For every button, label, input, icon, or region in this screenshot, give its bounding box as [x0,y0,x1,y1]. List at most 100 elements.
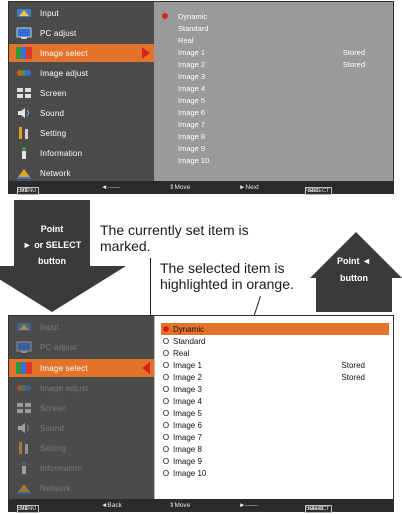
radio-icon: O [162,372,170,382]
note-line: marked. [100,238,151,254]
menu-item-input[interactable]: Input [9,318,154,336]
option-image-1[interactable]: O Image 1 Stored [161,359,389,371]
menu-item-label: Sound [40,423,65,433]
menu-item-input[interactable]: Input [9,4,154,22]
option-image-6[interactable]: Image 6 [160,106,389,118]
option-image-10[interactable]: O Image 10 [161,467,389,479]
option-image-6[interactable]: O Image 6 [161,419,389,431]
option-label: Image 4 [178,83,206,93]
image-adjust-icon [14,66,34,80]
mark-slot [160,47,170,57]
option-image-9[interactable]: O Image 9 [161,455,389,467]
menu-item-label: Network [40,168,71,178]
option-image-10[interactable]: Image 10 [160,154,389,166]
menu-item-label: Input [40,8,59,18]
image-mode-list: Dynamic Standard Real Image 1 Stored Imag… [154,2,393,183]
option-standard[interactable]: Standard [160,22,389,34]
option-label: Standard [178,23,209,33]
option-image-7[interactable]: O Image 7 [161,431,389,443]
menu-item-image-select[interactable]: Image select [9,359,154,377]
callout-line: button [38,256,66,266]
menu-item-label: Screen [40,403,67,413]
option-image-4[interactable]: Image 4 [160,82,389,94]
option-image-2[interactable]: O Image 2 Stored [161,371,389,383]
option-image-5[interactable]: O Image 5 [161,407,389,419]
option-image-4[interactable]: O Image 4 [161,395,389,407]
option-dynamic[interactable]: Dynamic [161,323,389,335]
option-label: Image 3 [178,71,206,81]
menu-item-setting[interactable]: Setting [9,124,154,142]
option-image-8[interactable]: O Image 8 [161,443,389,455]
current-mark-icon [161,324,171,334]
option-label: Real [173,348,190,358]
point-select-label: Point ► or SELECT button [14,220,90,272]
menu-item-sound[interactable]: Sound [9,104,154,122]
option-label: Image 10 [173,468,207,478]
option-real[interactable]: O Real [161,347,389,359]
option-label: Dynamic [178,11,208,21]
network-icon [14,481,34,495]
mark-slot [160,23,170,33]
pc-adjust-icon [14,26,34,40]
option-label: Image 6 [178,107,206,117]
radio-icon: O [162,432,170,442]
option-label: Image 10 [178,155,210,165]
guide-bar: MENU Exit ◄------ ⇕Move ►Next SELECT Next [9,181,393,195]
option-standard[interactable]: O Standard [161,335,389,347]
input-icon [14,6,34,20]
menu-item-label: Sound [40,108,65,118]
option-label: Image 9 [173,456,202,466]
menu-item-label: Information [40,463,83,473]
radio-icon: O [162,336,170,346]
stored-label: Stored [342,47,365,57]
menu-item-information[interactable]: Information [9,459,154,477]
option-image-8[interactable]: Image 8 [160,130,389,142]
back-hint: ◄------ [101,183,121,191]
sound-icon [14,421,34,435]
option-label: Image 7 [173,432,202,442]
option-image-3[interactable]: Image 3 [160,70,389,82]
menu-item-network[interactable]: Network [9,164,154,182]
menu-item-pc-adjust[interactable]: PC adjust [9,338,154,356]
option-label: Image 4 [173,396,202,406]
option-label: Image 9 [178,143,206,153]
option-image-3[interactable]: O Image 3 [161,383,389,395]
menu-item-information[interactable]: Information [9,144,154,162]
radio-icon: O [162,420,170,430]
guide-bar: MENU Exit ◄Back ⇕Move ►------ SELECT Selec… [9,499,393,513]
option-label: Standard [173,336,206,346]
sound-icon [14,106,34,120]
option-image-7[interactable]: Image 7 [160,118,389,130]
option-label: Real [178,35,194,45]
menu-item-screen[interactable]: Screen [9,84,154,102]
option-dynamic[interactable]: Dynamic [160,10,389,22]
radio-icon: O [162,384,170,394]
radio-icon: O [162,468,170,478]
callout-line: Point [40,224,64,234]
option-image-9[interactable]: Image 9 [160,142,389,154]
option-image-1[interactable]: Image 1 Stored [160,46,389,58]
menu-item-setting[interactable]: Setting [9,439,154,457]
menu-item-label: Input [40,322,59,332]
menu-item-image-adjust[interactable]: Image adjust [9,379,154,397]
menu-item-label: Information [40,148,83,158]
menu-item-image-select[interactable]: Image select [9,44,154,62]
menu-item-label: Screen [40,88,67,98]
radio-icon: O [162,348,170,358]
callout-line: Point ◄ [337,256,371,266]
option-real[interactable]: Real [160,34,389,46]
option-label: Image 1 [178,47,206,57]
menu-item-sound[interactable]: Sound [9,419,154,437]
option-label: Image 8 [178,131,206,141]
menu-item-network[interactable]: Network [9,479,154,497]
current-item-note: The currently set item is marked. [100,222,249,254]
radio-icon: O [162,360,170,370]
menu-item-pc-adjust[interactable]: PC adjust [9,24,154,42]
option-image-2[interactable]: Image 2 Stored [160,58,389,70]
menu-item-screen[interactable]: Screen [9,399,154,417]
note-line: highlighted in orange. [160,276,294,292]
menu-item-image-adjust[interactable]: Image adjust [9,64,154,82]
option-image-5[interactable]: Image 5 [160,94,389,106]
option-label: Image 6 [173,420,202,430]
stored-label: Stored [341,360,365,370]
